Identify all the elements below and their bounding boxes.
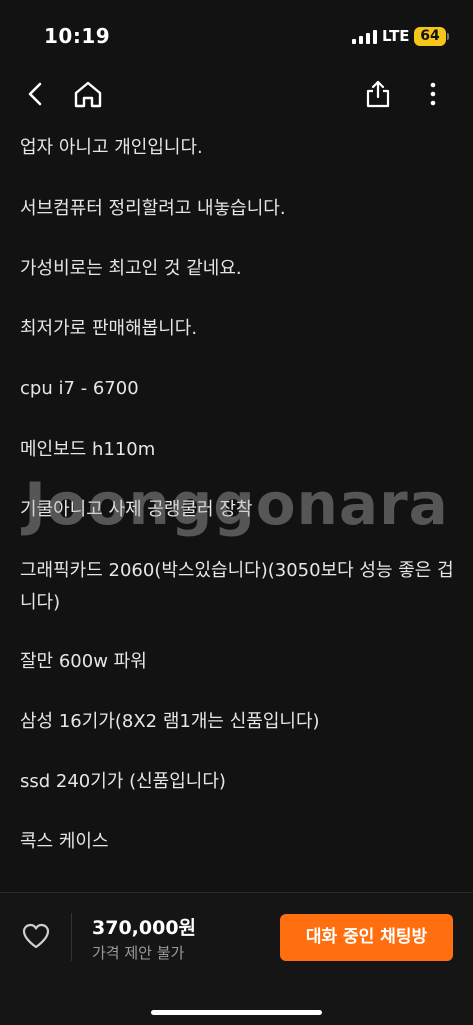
- description-line: 메인보드 h110m: [20, 439, 156, 460]
- bottom-action-bar: 370,000원 가격 제안 불가 대화 중인 채팅방: [0, 892, 473, 1025]
- description-line: 업자 아니고 개인입니다.: [20, 137, 203, 158]
- description-line: 삼성 16기가(8X2 램1개는 신품입니다): [20, 711, 320, 732]
- price-negotiation-note: 가격 제안 불가: [92, 944, 185, 962]
- signal-icon: [352, 30, 377, 44]
- more-vertical-icon: [430, 82, 436, 106]
- description-line: cpu i7 - 6700: [20, 378, 139, 399]
- like-button[interactable]: [18, 918, 54, 954]
- share-button[interactable]: [360, 76, 396, 112]
- description-line: 기쿨아니고 사제 공랭쿨러 장착: [20, 499, 253, 520]
- more-button[interactable]: [415, 76, 451, 112]
- description-line: 서브컴퓨터 정리할려고 내놓습니다.: [20, 198, 286, 219]
- chevron-left-icon: [28, 82, 42, 106]
- description-line: 그래픽카드 2060(박스있습니다)(3050보다 성능 좋은 겁니다): [20, 560, 454, 613]
- nav-bar: [0, 70, 473, 118]
- product-description: 업자 아니고 개인입니다. 서브컴퓨터 정리할려고 내놓습니다. 가성비로는 최…: [0, 118, 473, 893]
- price: 370,000원: [92, 917, 197, 939]
- description-line: 잘만 600w 파워: [20, 651, 147, 672]
- home-button[interactable]: [70, 76, 106, 112]
- status-bar: 10:19 LTE 64: [0, 0, 473, 70]
- description-line: ssd 240기가 (신품입니다): [20, 771, 226, 792]
- back-button[interactable]: [18, 76, 54, 112]
- chat-room-button[interactable]: 대화 중인 채팅방: [280, 914, 453, 961]
- battery-badge: 64: [414, 27, 446, 46]
- description-line: 가성비로는 최고인 것 같네요.: [20, 258, 242, 279]
- heart-icon: [22, 923, 50, 949]
- home-icon: [74, 81, 102, 108]
- share-icon: [366, 80, 390, 108]
- divider: [71, 913, 72, 961]
- description-line: 최저가로 판매해봅니다.: [20, 318, 198, 339]
- description-line: 콕스 케이스: [20, 831, 109, 852]
- status-time: 10:19: [44, 24, 111, 48]
- network-label: LTE: [382, 27, 410, 45]
- battery-cap: [447, 33, 449, 40]
- home-indicator: [151, 1010, 322, 1015]
